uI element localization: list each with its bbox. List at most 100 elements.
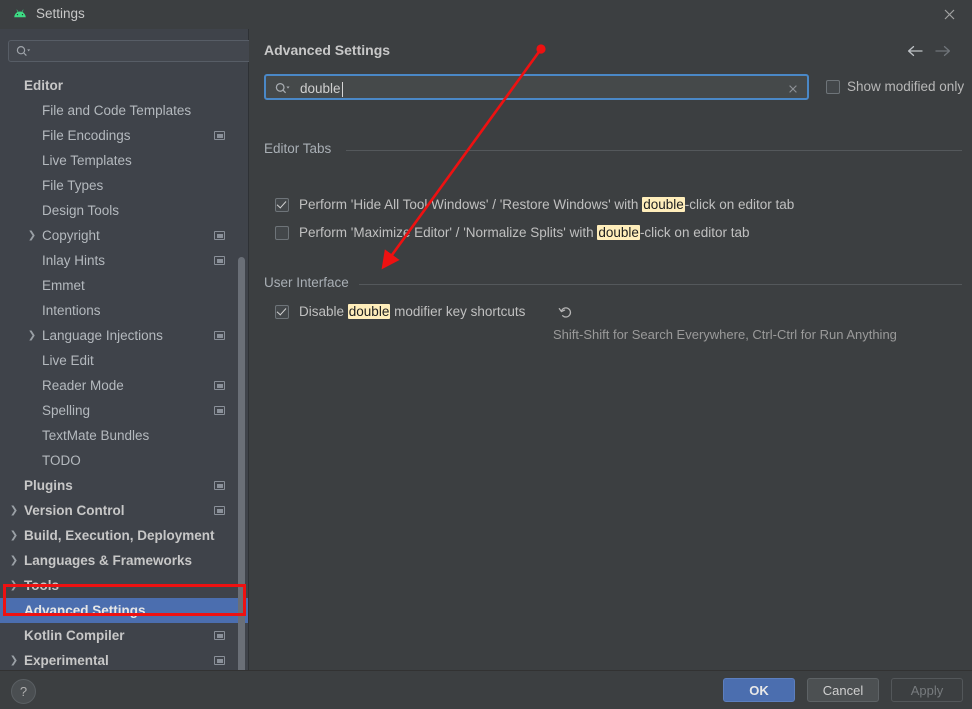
settings-tree[interactable]: Editor File and Code Templates File Encodi… [0, 73, 248, 670]
sidebar-item-languages-frameworks[interactable]: ❯ Languages & Frameworks [0, 548, 248, 573]
show-modified-only-label: Show modified only [847, 79, 965, 94]
sidebar-item-label: Live Edit [42, 353, 94, 368]
settings-search-value: double [300, 81, 341, 96]
settings-search-input[interactable]: double [264, 74, 809, 100]
sidebar-item-file-encodings[interactable]: File Encodings [0, 123, 248, 148]
arrow-left-icon[interactable] [904, 41, 926, 61]
sidebar-item-label: Kotlin Compiler [24, 628, 125, 643]
option-label-text: modifier key shortcuts [390, 304, 526, 319]
chevron-right-icon[interactable]: ❯ [26, 323, 38, 348]
section-header-editor-tabs: Editor Tabs [264, 141, 972, 157]
sidebar-item-kotlin-compiler[interactable]: Kotlin Compiler [0, 623, 248, 648]
chevron-right-icon[interactable]: ❯ [8, 548, 20, 573]
sidebar-item-label: Emmet [42, 278, 85, 293]
modified-marker-icon [214, 231, 225, 240]
modified-marker-icon [214, 631, 225, 640]
navigation-arrows [904, 41, 956, 61]
sidebar-item-label: Copyright [42, 228, 100, 243]
sidebar-item-tools[interactable]: ❯ Tools [0, 573, 248, 598]
android-studio-icon [12, 7, 28, 23]
sidebar-item-label: Tools [24, 578, 59, 593]
sidebar-item-design-tools[interactable]: Design Tools [0, 198, 248, 223]
sidebar-item-label: Advanced Settings [24, 603, 146, 618]
sidebar-item-label: File Encodings [42, 128, 131, 143]
sidebar-item-inlay-hints[interactable]: Inlay Hints [0, 248, 248, 273]
text-caret [342, 82, 343, 97]
modified-marker-icon [214, 256, 225, 265]
sidebar-item-reader-mode[interactable]: Reader Mode [0, 373, 248, 398]
sidebar-item-label: File and Code Templates [42, 103, 192, 118]
sidebar-item-label: Intentions [42, 303, 101, 318]
option-label-text: Perform 'Maximize Editor' / 'Normalize S… [299, 225, 598, 240]
sidebar-item-plugins[interactable]: Plugins [0, 473, 248, 498]
chevron-right-icon[interactable]: ❯ [8, 648, 20, 670]
checkbox-box [826, 80, 840, 97]
sidebar-item-advanced-settings[interactable]: Advanced Settings [0, 598, 248, 623]
sidebar-item-emmet[interactable]: Emmet [0, 273, 248, 298]
clear-icon[interactable] [786, 82, 800, 96]
sidebar-item-label: Version Control [24, 503, 125, 518]
sidebar-item-copyright[interactable]: ❯ Copyright [0, 223, 248, 248]
sidebar-scrollbar-thumb[interactable] [238, 257, 245, 689]
chevron-right-icon[interactable]: ❯ [8, 498, 20, 523]
sidebar-item-label: File Types [42, 178, 104, 193]
sidebar-item-label: Live Templates [42, 153, 132, 168]
modified-marker-icon [214, 506, 225, 515]
sidebar-item-experimental[interactable]: ❯ Experimental [0, 648, 248, 670]
title-bar: Settings [0, 0, 972, 30]
sidebar-item-build-execution-deployment[interactable]: ❯ Build, Execution, Deployment [0, 523, 248, 548]
checkbox-glyph [826, 80, 840, 94]
revert-icon[interactable] [558, 305, 573, 323]
option-label-text: Perform 'Hide All Tool Windows' / 'Resto… [299, 197, 643, 212]
sidebar-item-live-templates[interactable]: Live Templates [0, 148, 248, 173]
close-icon[interactable] [926, 0, 972, 29]
search-match-highlight: double [597, 225, 640, 240]
sidebar-item-version-control[interactable]: ❯ Version Control [0, 498, 248, 523]
search-icon [16, 45, 31, 61]
option-description: Shift-Shift for Search Everywhere, Ctrl-… [553, 327, 897, 342]
section-header-user-interface: User Interface [264, 275, 972, 291]
modified-marker-icon [214, 331, 225, 340]
option-label-text: -click on editor tab [684, 197, 795, 212]
sidebar-item-label: Editor [24, 78, 63, 93]
chevron-right-icon[interactable]: ❯ [8, 573, 20, 598]
sidebar-item-label: Build, Execution, Deployment [24, 528, 215, 543]
sidebar-item-label: Experimental [24, 653, 109, 668]
option-label: Perform 'Hide All Tool Windows' / 'Resto… [299, 197, 794, 212]
sidebar-search-input[interactable] [8, 40, 266, 62]
advanced-settings-panel: Advanced Settings double Show modified o… [249, 29, 972, 670]
sidebar-item-live-edit[interactable]: Live Edit [0, 348, 248, 373]
sidebar-item-file-and-code-templates[interactable]: File and Code Templates [0, 98, 248, 123]
option-label: Disable double modifier key shortcuts [299, 304, 525, 319]
sidebar-item-intentions[interactable]: Intentions [0, 298, 248, 323]
sidebar-item-label: Reader Mode [42, 378, 124, 393]
modified-marker-icon [214, 406, 225, 415]
section-divider [346, 150, 962, 151]
help-button[interactable]: ? [11, 679, 36, 704]
ok-button[interactable]: OK [723, 678, 795, 702]
option-label-text: -click on editor tab [639, 225, 750, 240]
arrow-right-icon [932, 41, 954, 61]
modified-marker-icon [214, 381, 225, 390]
sidebar-item-file-types[interactable]: File Types [0, 173, 248, 198]
option-label: Perform 'Maximize Editor' / 'Normalize S… [299, 225, 750, 240]
sidebar-item-spelling[interactable]: Spelling [0, 398, 248, 423]
option-label-text: Disable [299, 304, 348, 319]
sidebar-item-editor[interactable]: Editor [0, 73, 248, 98]
sidebar-item-textmate-bundles[interactable]: TextMate Bundles [0, 423, 248, 448]
sidebar-item-todo[interactable]: TODO [0, 448, 248, 473]
chevron-right-icon[interactable]: ❯ [8, 523, 20, 548]
sidebar-item-label: Inlay Hints [42, 253, 106, 268]
apply-button: Apply [891, 678, 963, 702]
page-title: Advanced Settings [264, 42, 391, 58]
modified-marker-icon [214, 481, 225, 490]
window-title: Settings [36, 6, 85, 21]
section-title: User Interface [264, 275, 349, 290]
sidebar-item-label: TODO [42, 453, 81, 468]
sidebar-item-language-injections[interactable]: ❯ Language Injections [0, 323, 248, 348]
cancel-button[interactable]: Cancel [807, 678, 879, 702]
sidebar-item-label: Design Tools [42, 203, 120, 218]
section-title: Editor Tabs [264, 141, 332, 156]
chevron-right-icon[interactable]: ❯ [26, 223, 38, 248]
modified-marker-icon [214, 131, 225, 140]
